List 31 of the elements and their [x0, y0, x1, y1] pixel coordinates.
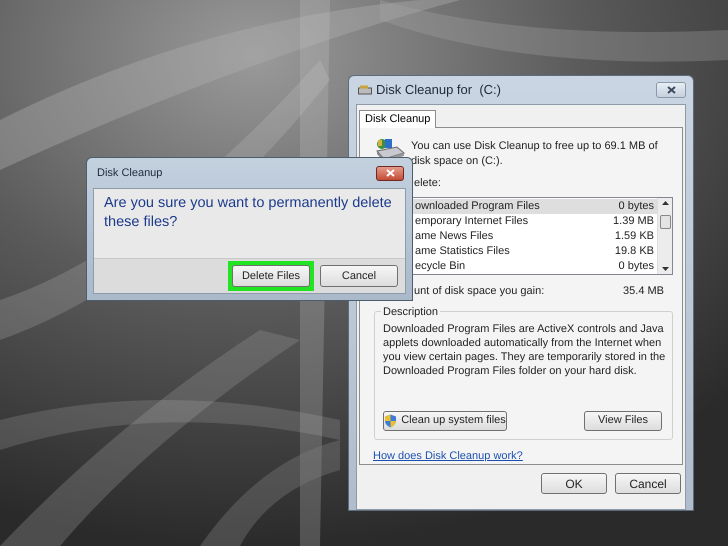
file-row[interactable]: ame Statistics Files 19.8 KB [412, 244, 657, 258]
file-size: 1.59 KB [614, 228, 654, 244]
button[interactable]: OK [541, 473, 607, 494]
gain-value: 35.4 MB [623, 284, 664, 298]
description-text: Downloaded Program Files are ActiveX controls and Java applets downloaded automatically from the Internet when you view certain pages. They are temporarily stored in the Downloaded Program Files folder on your hard disk. [383, 322, 666, 378]
button[interactable]: Delete Files [232, 265, 310, 287]
button[interactable]: Clean up system files [383, 410, 507, 430]
help-link[interactable]: How does Disk Cleanup work? [373, 448, 670, 464]
dialog-message: Are you sure you want to permanently delete these files? [104, 194, 393, 232]
file-name: ame News Files [415, 228, 494, 244]
file-name: ame Statistics Files [415, 244, 510, 259]
group-legend: Description [381, 304, 440, 320]
file-size: 1.39 MB [613, 214, 654, 229]
file-name: ownloaded Program Files [415, 198, 540, 214]
window-title: Disk Cleanup for (C:) [376, 81, 501, 100]
file-size: 19.8 KB [614, 244, 654, 259]
file-row[interactable]: ownloaded Program Files 0 bytes [412, 198, 657, 214]
file-name: ecycle Bin [415, 258, 466, 274]
gain-label: unt of disk space you gain: [414, 284, 544, 298]
list-label: elete: [414, 176, 442, 191]
file-row[interactable]: ame News Files 1.59 KB [412, 228, 657, 244]
file-size: 0 bytes [618, 258, 654, 274]
button[interactable]: View Files [584, 410, 662, 430]
file-row[interactable]: emporary Internet Files 1.39 MB [412, 214, 657, 228]
file-name: emporary Internet Files [415, 214, 528, 229]
file-row[interactable]: ecycle Bin 0 bytes [412, 258, 657, 274]
button[interactable]: Cancel [320, 265, 398, 287]
dialog-title: Disk Cleanup [97, 166, 162, 181]
button[interactable]: Cancel [615, 473, 681, 494]
file-size: 0 bytes [618, 198, 654, 214]
tab[interactable]: Disk Cleanup [359, 110, 436, 128]
